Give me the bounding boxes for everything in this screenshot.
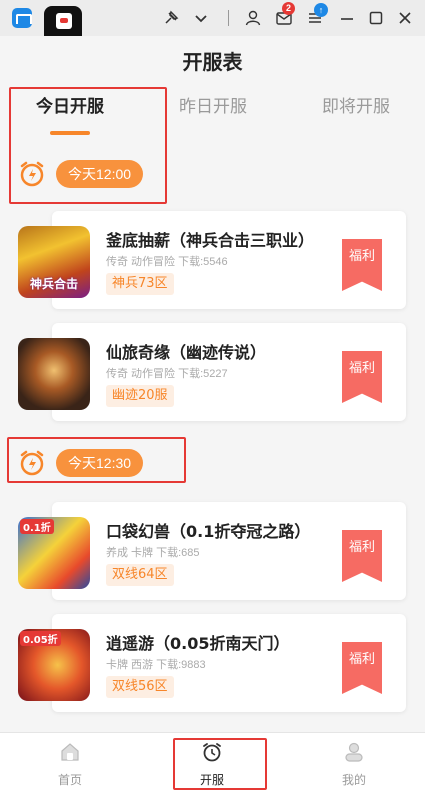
nav-profile[interactable]: 我的 [314, 733, 394, 791]
welfare-tag[interactable]: 福利 [342, 239, 382, 291]
pin-icon[interactable] [162, 9, 180, 27]
game-meta: 传奇 动作冒险 下载:5546 [106, 256, 228, 268]
game-meta: 养成 卡牌 下载:685 [106, 547, 200, 559]
welfare-tag-label: 福利 [348, 361, 375, 376]
welfare-tag[interactable]: 福利 [342, 530, 382, 582]
highlight-box-nav-servers [173, 738, 267, 790]
game-meta: 传奇 动作冒险 下载:5227 [106, 368, 228, 380]
server-badge: 双线56区 [106, 676, 174, 698]
game-thumbnail[interactable] [18, 338, 90, 410]
tab-yesterday[interactable]: 昨日开服 [153, 92, 273, 117]
game-card[interactable]: 逍遥游（0.05折南天门） 卡牌 西游 下载:9883 双线56区 福利 [52, 614, 406, 712]
toolbar-divider [228, 10, 229, 26]
nav-profile-label: 我的 [341, 773, 366, 787]
server-badge: 神兵73区 [106, 273, 174, 295]
highlight-box-today-tab [9, 87, 167, 204]
game-name: 仙旅奇缘（幽迹传说） [106, 343, 267, 362]
page-title: 开服表 [182, 50, 243, 74]
close-icon[interactable] [396, 9, 414, 27]
game-card[interactable]: 口袋幻兽（0.1折夺冠之路） 养成 卡牌 下载:685 双线64区 福利 [52, 502, 406, 600]
game-thumbnail[interactable]: 0.1折 [18, 517, 90, 589]
highlight-box-time-group [7, 437, 186, 483]
game-thumbnail[interactable]: 神兵合击 [18, 226, 90, 298]
thumbnail-text: 神兵合击 [29, 277, 78, 291]
welfare-tag[interactable]: 福利 [342, 642, 382, 694]
chevron-down-icon[interactable] [192, 9, 210, 27]
user-icon[interactable] [244, 9, 262, 27]
thumbnail-text: 0.05折 [20, 631, 61, 646]
game-card[interactable]: 釜底抽薪（神兵合击三职业） 传奇 动作冒险 下载:5546 神兵73区 福利 [52, 211, 406, 309]
home-icon [61, 743, 79, 761]
game-name: 口袋幻兽（0.1折夺冠之路） [106, 522, 311, 541]
welfare-tag[interactable]: 福利 [342, 351, 382, 403]
game-name: 逍遥游（0.05折南天门） [106, 634, 290, 653]
app-logo-icon [12, 8, 32, 28]
welfare-tag-label: 福利 [348, 652, 375, 667]
mail-badge: 2 [282, 2, 295, 15]
game-name: 釜底抽薪（神兵合击三职业） [106, 231, 315, 250]
server-badge: 幽迹20服 [106, 385, 174, 407]
game-tab-icon [56, 13, 72, 29]
tab-upcoming[interactable]: 即将开服 [296, 92, 416, 117]
thumbnail-text: 0.1折 [20, 519, 54, 534]
welfare-tag-label: 福利 [348, 540, 375, 555]
maximize-icon[interactable] [367, 9, 385, 27]
server-badge: 双线64区 [106, 564, 174, 586]
nav-home[interactable]: 首页 [30, 733, 110, 791]
user-icon [345, 742, 363, 762]
update-badge: ↑ [314, 3, 328, 17]
nav-home-label: 首页 [57, 773, 82, 787]
game-meta: 卡牌 西游 下载:9883 [106, 659, 206, 671]
game-card[interactable]: 仙旅奇缘（幽迹传说） 传奇 动作冒险 下载:5227 幽迹20服 福利 [52, 323, 406, 421]
welfare-tag-label: 福利 [348, 249, 375, 264]
minimize-icon[interactable] [338, 9, 356, 27]
window-titlebar: 2 ↑ [0, 0, 425, 36]
game-thumbnail[interactable]: 0.05折 [18, 629, 90, 701]
